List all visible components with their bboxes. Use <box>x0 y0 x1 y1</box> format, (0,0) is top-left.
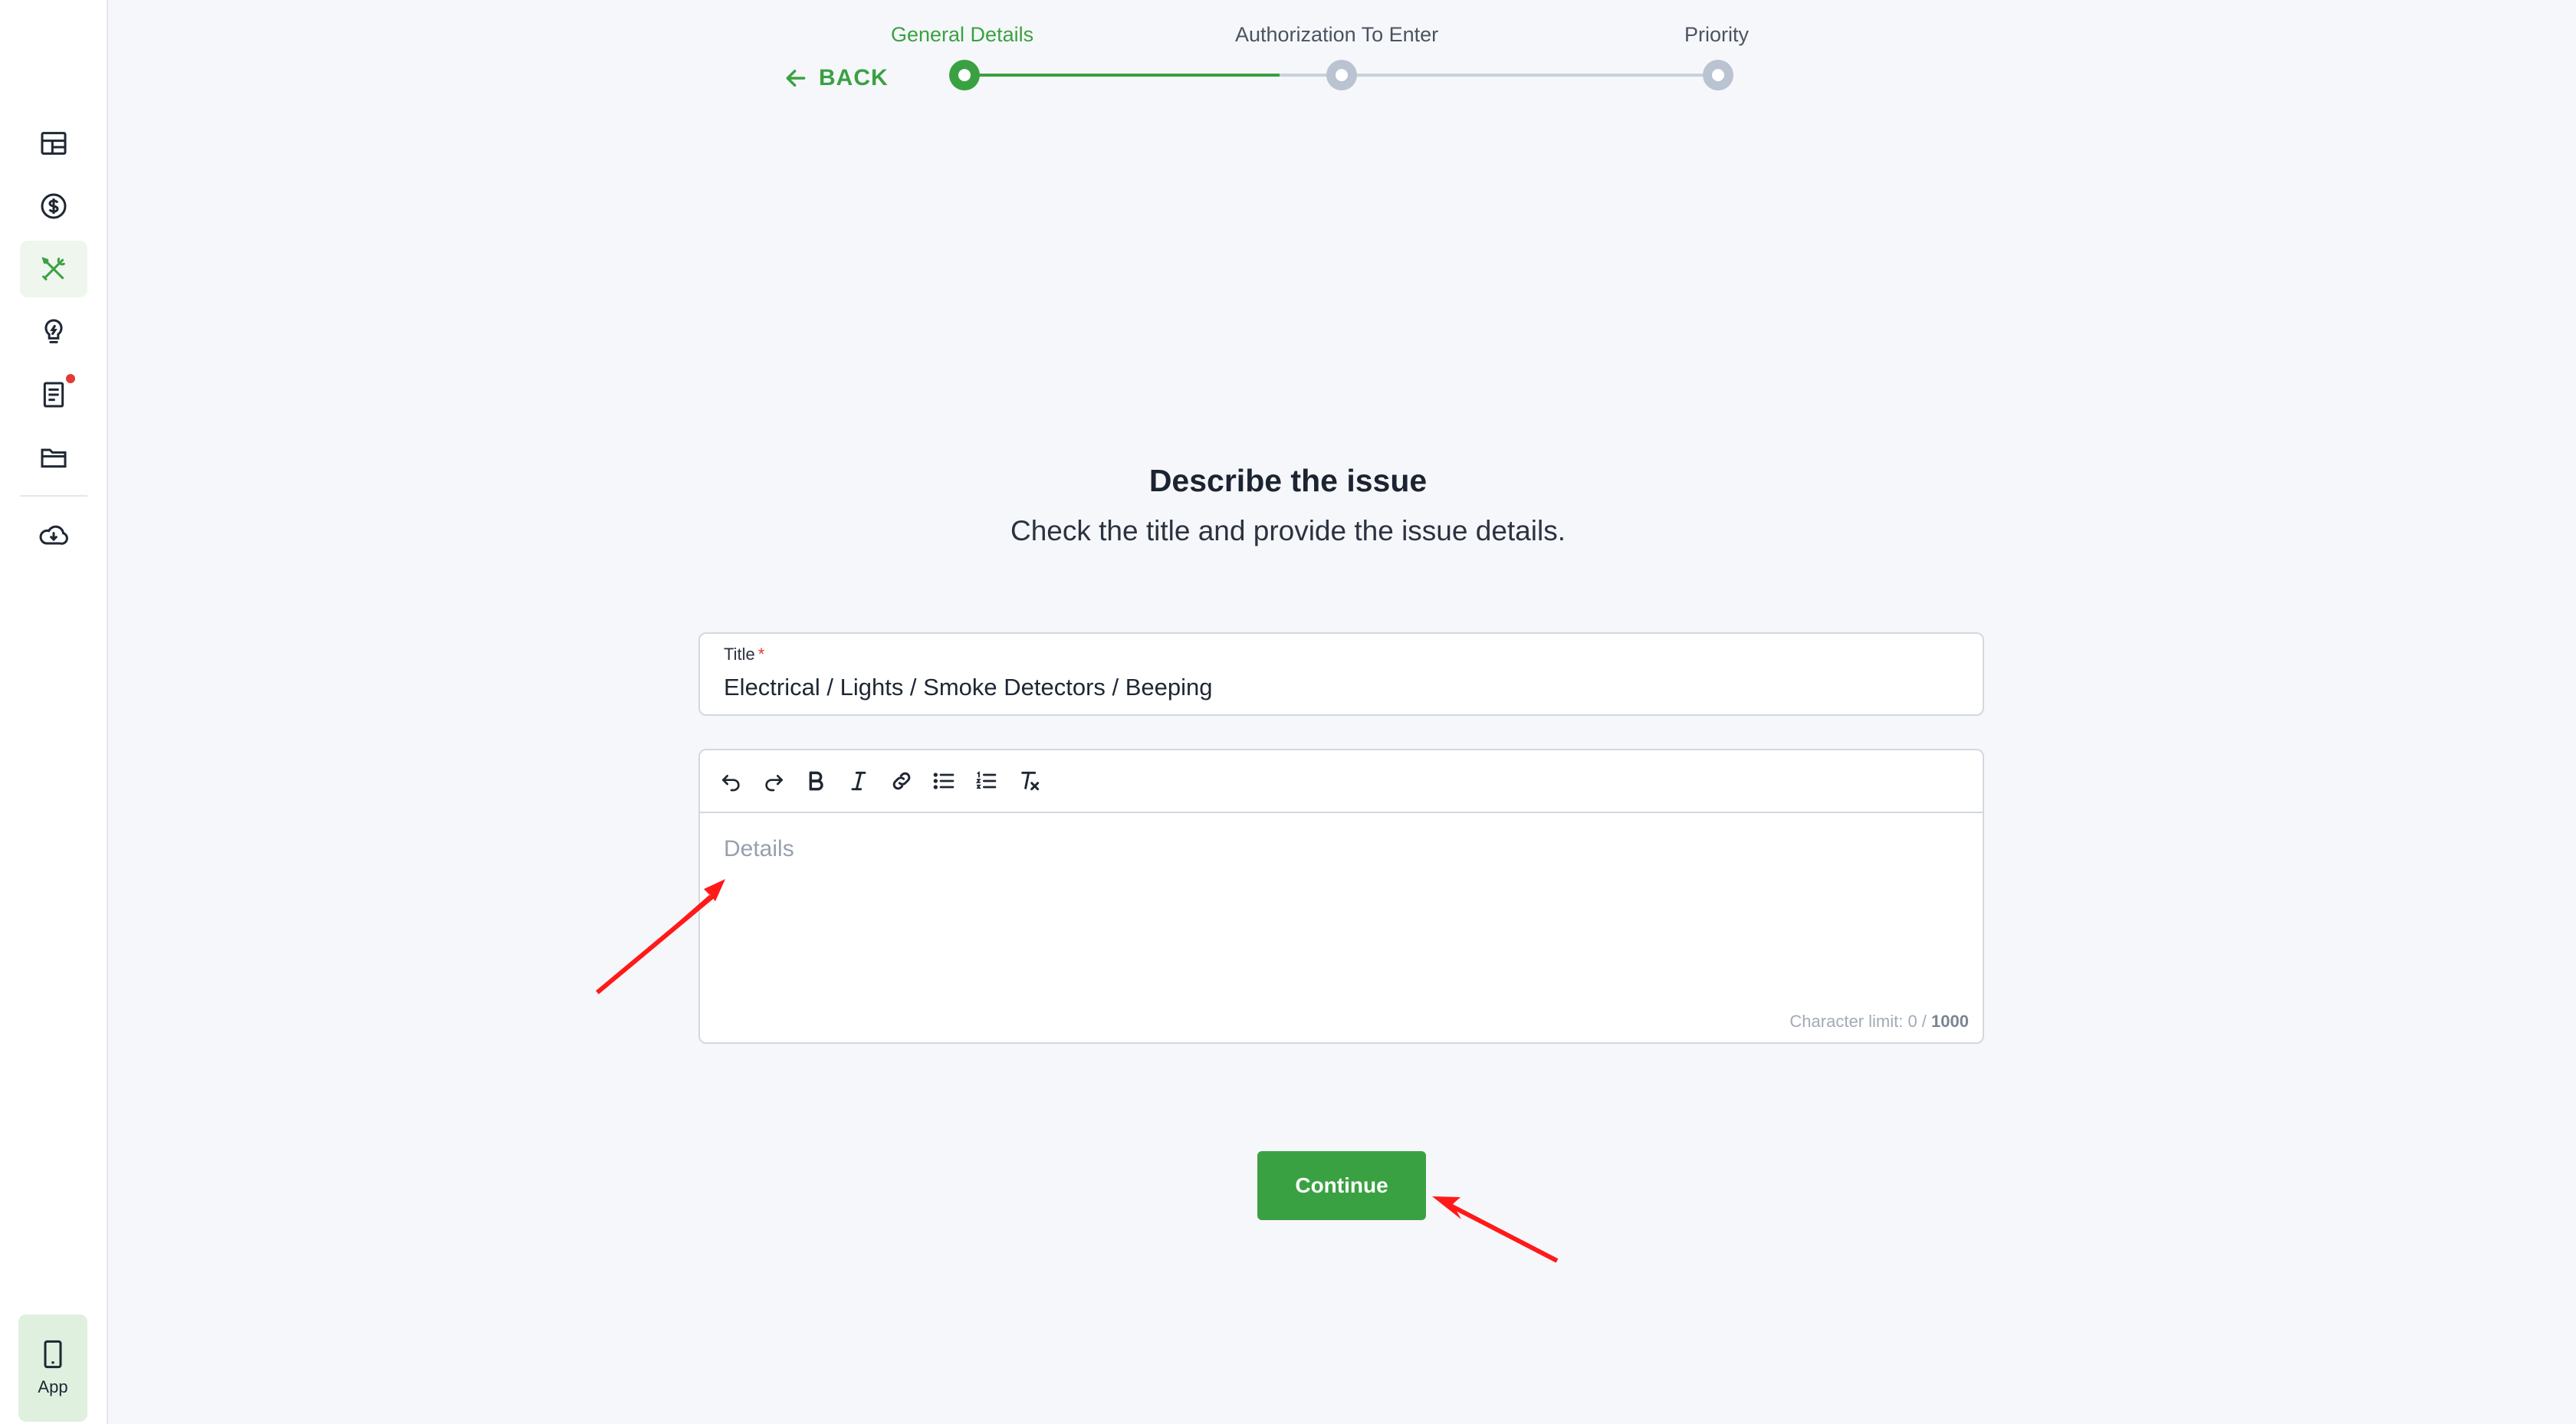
mobile-phone-icon <box>44 1340 62 1369</box>
sidebar: App <box>0 0 108 1424</box>
undo-icon <box>722 775 740 792</box>
details-input[interactable]: Details <box>724 836 1950 989</box>
bold-icon <box>809 771 823 791</box>
app-button[interactable]: App <box>18 1314 87 1422</box>
stepper-progress-track <box>964 74 1280 77</box>
dashboard-icon <box>41 132 67 155</box>
step-dot-priority[interactable] <box>1703 60 1733 90</box>
continue-button[interactable]: Continue <box>1257 1151 1426 1220</box>
bold-button[interactable] <box>800 765 832 797</box>
clear-format-icon <box>1021 771 1040 791</box>
back-button[interactable]: BACK <box>784 63 889 94</box>
annotation-arrow-continue <box>1432 1196 1559 1263</box>
italic-button[interactable] <box>843 765 875 797</box>
dollar-circle-icon <box>41 193 67 219</box>
redo-button[interactable] <box>757 765 790 797</box>
numbered-list-button[interactable] <box>970 765 1002 797</box>
clear-format-button[interactable] <box>1014 765 1046 797</box>
sidebar-item-documents[interactable] <box>20 366 87 423</box>
sidebar-item-payments[interactable] <box>20 178 87 235</box>
lightbulb-icon <box>44 319 63 343</box>
bullet-list-button[interactable] <box>928 765 960 797</box>
bullet-list-icon <box>933 773 955 789</box>
link-icon <box>892 772 911 790</box>
sidebar-item-maintenance[interactable] <box>20 241 87 297</box>
step-dot-authorization[interactable] <box>1326 60 1357 90</box>
step-dot-general-details[interactable] <box>949 60 980 90</box>
numbered-list-icon <box>975 771 997 789</box>
sidebar-item-dashboard[interactable] <box>20 115 87 172</box>
document-list-icon <box>43 382 64 408</box>
required-marker: * <box>757 645 765 664</box>
title-input[interactable] <box>724 674 1950 701</box>
sidebar-item-ideas[interactable] <box>20 304 87 360</box>
step-label-authorization[interactable]: Authorization To Enter <box>1235 23 1438 47</box>
step-label-general-details[interactable]: General Details <box>891 23 1033 47</box>
editor-toolbar <box>700 750 1983 813</box>
link-button[interactable] <box>886 765 918 797</box>
app-button-label: App <box>38 1377 68 1396</box>
character-limit: Character limit: 0 / 1000 <box>1789 1012 1969 1031</box>
tools-icon <box>41 257 65 281</box>
page-title: Describe the issue <box>1148 463 1428 498</box>
undo-button[interactable] <box>715 765 748 797</box>
arrow-left-icon <box>786 69 806 87</box>
title-field[interactable]: Title * <box>698 632 1984 716</box>
page-subtitle: Check the title and provide the issue de… <box>1010 515 1566 546</box>
step-label-priority[interactable]: Priority <box>1684 23 1749 47</box>
back-label: BACK <box>819 65 889 90</box>
title-field-label: Title * <box>724 645 765 664</box>
redo-icon <box>765 775 783 792</box>
notification-badge <box>66 374 75 383</box>
italic-icon <box>851 771 866 791</box>
details-editor: Details Character limit: 0 / 1000 <box>698 749 1984 1044</box>
